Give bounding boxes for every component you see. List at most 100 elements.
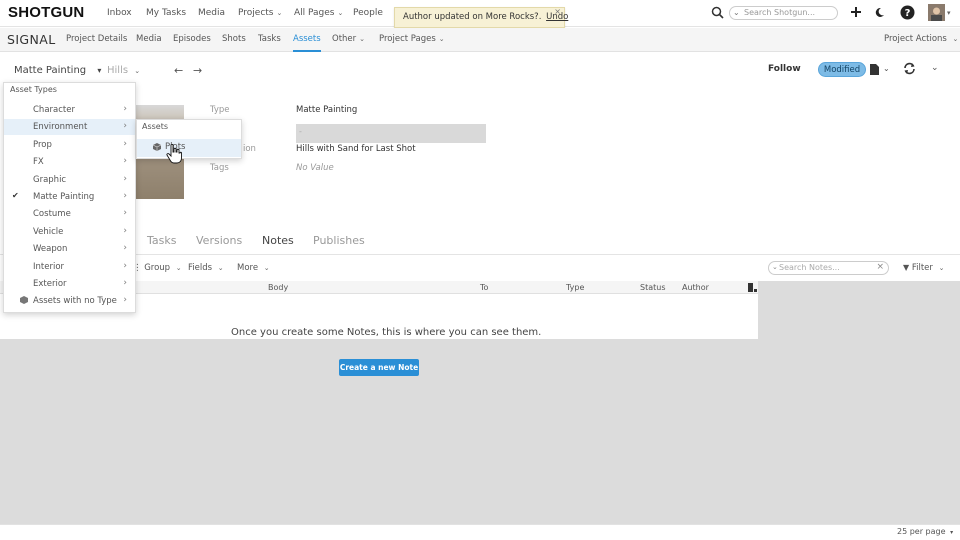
- chevron-down-icon: ⌄: [276, 9, 283, 17]
- topnav-item-label: My Tasks: [146, 8, 187, 18]
- tab-publishes[interactable]: Publishes: [313, 234, 365, 247]
- menu-item-costume[interactable]: Costume ›: [4, 206, 135, 222]
- chevron-down-icon: ⌄: [217, 264, 224, 272]
- notes-search-input[interactable]: ⌄ Search Notes... ×: [768, 261, 889, 275]
- menu-item-weapon[interactable]: Weapon ›: [4, 241, 135, 257]
- follow-button[interactable]: Follow: [768, 64, 801, 74]
- tags-field-label: Tags: [210, 163, 229, 173]
- project-actions-button[interactable]: Project Actions ⌄: [884, 34, 958, 44]
- chevron-right-icon: ›: [123, 156, 127, 167]
- menu-item-fx[interactable]: FX ›: [4, 154, 135, 170]
- chevron-down-icon[interactable]: ⌄: [883, 64, 890, 73]
- project-nav-assets[interactable]: Assets: [293, 34, 321, 52]
- project-nav-shots[interactable]: Shots: [222, 34, 246, 44]
- topnav-item-inbox[interactable]: Inbox: [107, 8, 132, 18]
- undo-toast: Author updated on More Rocks?. Undo ×: [394, 7, 568, 28]
- project-name[interactable]: SIGNAL: [7, 32, 56, 47]
- tab-notes[interactable]: Notes: [262, 234, 294, 247]
- menu-item-prop[interactable]: Prop ›: [4, 137, 135, 153]
- global-search-input[interactable]: ⌄ Search Shotgun...: [729, 6, 838, 20]
- project-nav-media[interactable]: Media: [136, 34, 162, 44]
- clear-icon[interactable]: ×: [876, 262, 884, 272]
- forward-arrow-icon[interactable]: →: [193, 64, 202, 77]
- filter-button[interactable]: ▼ Filter ⌄: [903, 263, 945, 273]
- project-nav-label: Shots: [222, 34, 246, 44]
- search-icon[interactable]: [711, 6, 724, 19]
- column-header-author[interactable]: Author: [682, 283, 709, 292]
- menu-item-matte-painting[interactable]: ✔ Matte Painting ›: [4, 189, 135, 205]
- topnav-item-label: People: [353, 8, 383, 18]
- project-nav-other[interactable]: Other ⌄: [332, 34, 365, 44]
- topnav-item-all-pages[interactable]: All Pages ⌄: [294, 8, 343, 18]
- submenu-item-plots[interactable]: Plots: [137, 139, 241, 157]
- fields-button[interactable]: Fields ⌄: [188, 263, 224, 273]
- menu-item-label: Environment: [33, 122, 88, 133]
- chevron-down-icon: ⌄: [938, 264, 945, 272]
- per-page-select[interactable]: 25 per page ▾: [897, 527, 953, 536]
- shotgun-logo[interactable]: SHOTGUN: [8, 4, 84, 21]
- topnav-item-projects[interactable]: Projects ⌄: [238, 8, 282, 18]
- project-nav-label: Episodes: [173, 34, 211, 44]
- chevron-down-icon: ⌄: [772, 263, 778, 271]
- menu-item-label: Exterior: [33, 279, 67, 289]
- status-badge[interactable]: Modified: [818, 62, 866, 77]
- column-header-body[interactable]: Body: [268, 283, 288, 292]
- chevron-down-icon: ⌄: [952, 35, 959, 43]
- project-nav-project-details[interactable]: Project Details: [66, 34, 127, 44]
- create-note-button[interactable]: Create a new Note: [339, 359, 419, 376]
- chevron-down-icon: ⌄: [134, 67, 141, 75]
- type-field-value[interactable]: Matte Painting: [296, 105, 357, 115]
- topnav-item-my-tasks[interactable]: My Tasks: [146, 8, 186, 18]
- empty-state-message: Once you create some Notes, this is wher…: [231, 327, 542, 338]
- asset-type-breadcrumb[interactable]: Matte Painting ▾: [14, 65, 101, 76]
- entity-breadcrumb[interactable]: Hills ⌄: [107, 65, 140, 76]
- menu-item-environment[interactable]: Environment ›: [4, 119, 135, 136]
- filter-label: Filter: [911, 263, 933, 273]
- refresh-icon[interactable]: [903, 62, 916, 75]
- document-icon[interactable]: [870, 64, 879, 75]
- chevron-down-icon[interactable]: ⌄: [931, 63, 939, 73]
- avatar[interactable]: [928, 4, 945, 21]
- project-nav-episodes[interactable]: Episodes: [173, 34, 211, 44]
- chevron-right-icon: ›: [123, 104, 127, 114]
- chevron-down-icon: ⌄: [438, 35, 445, 43]
- group-button[interactable]: ⋮ Group ⌄: [133, 263, 182, 273]
- more-button[interactable]: More ⌄: [237, 263, 270, 273]
- column-header-type[interactable]: Type: [566, 283, 584, 292]
- project-nav-label: Other: [332, 34, 357, 44]
- menu-item-interior[interactable]: Interior ›: [4, 259, 135, 275]
- menu-item-label: FX: [33, 157, 44, 168]
- tab-tasks[interactable]: Tasks: [147, 234, 176, 247]
- topnav-item-people[interactable]: People: [353, 8, 383, 18]
- menu-item-graphic[interactable]: Graphic ›: [4, 172, 135, 188]
- chevron-down-icon[interactable]: ▾: [947, 9, 951, 17]
- project-nav-project-pages[interactable]: Project Pages ⌄: [379, 34, 445, 44]
- breadcrumb-entity: Hills: [107, 65, 129, 76]
- description-field-value[interactable]: Hills with Sand for Last Shot: [296, 144, 416, 154]
- moon-icon[interactable]: [874, 7, 885, 18]
- help-icon[interactable]: ?: [900, 5, 915, 20]
- tags-field-value[interactable]: No Value: [296, 163, 334, 173]
- submenu-title: Assets: [142, 122, 169, 131]
- project-nav-tasks[interactable]: Tasks: [258, 34, 281, 44]
- menu-item-assets-with-no-type[interactable]: Assets with no Type ›: [4, 293, 135, 309]
- menu-item-character[interactable]: Character ›: [4, 102, 135, 118]
- project-nav-label: Assets: [293, 34, 321, 44]
- project-actions-label: Project Actions: [884, 34, 947, 44]
- close-icon[interactable]: ×: [554, 7, 561, 16]
- topnav-item-label: Projects: [238, 8, 274, 18]
- chevron-down-icon: ⌄: [359, 35, 366, 43]
- column-header-status[interactable]: Status: [640, 283, 666, 292]
- plus-icon[interactable]: [850, 6, 862, 18]
- status-field-value[interactable]: -: [296, 124, 486, 143]
- back-arrow-icon[interactable]: ←: [174, 64, 183, 77]
- tab-versions[interactable]: Versions: [196, 234, 242, 247]
- column-header-to[interactable]: To: [480, 283, 488, 292]
- active-tab-underline: [293, 50, 321, 52]
- notes-search-placeholder: Search Notes...: [779, 263, 840, 272]
- menu-item-vehicle[interactable]: Vehicle ›: [4, 224, 135, 240]
- menu-item-exterior[interactable]: Exterior ›: [4, 276, 135, 292]
- topnav-item-media[interactable]: Media: [198, 8, 225, 18]
- column-config-icon[interactable]: [748, 283, 757, 292]
- hand-cursor-icon: [166, 144, 182, 164]
